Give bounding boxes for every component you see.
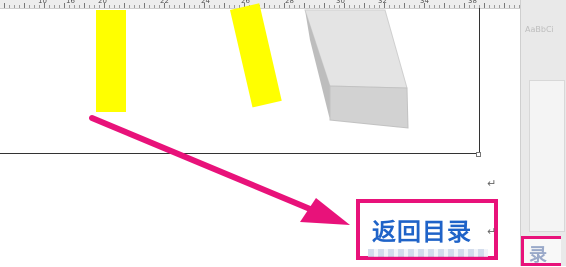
blurred-text [368, 249, 488, 257]
return-to-toc-link[interactable]: 返回目录 ↵ [356, 199, 498, 260]
return-to-toc-label: 返回目录 [372, 218, 472, 246]
paragraph-mark: ↵ [487, 225, 497, 238]
